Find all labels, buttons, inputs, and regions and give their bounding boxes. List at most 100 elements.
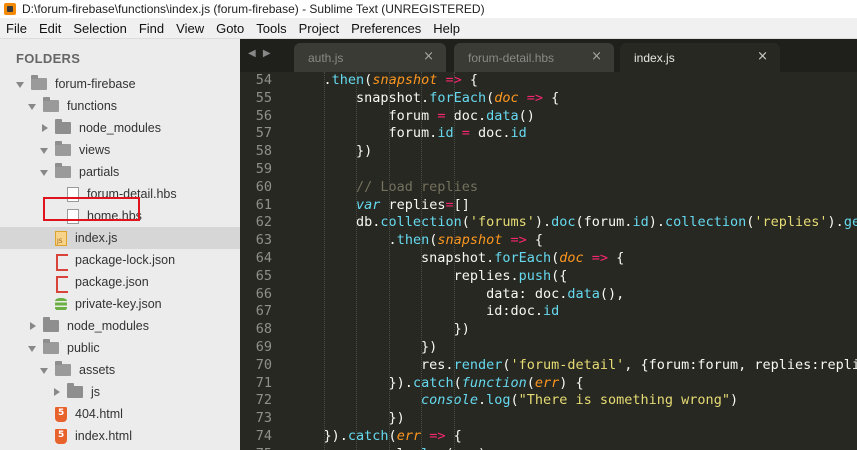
menu-goto[interactable]: Goto: [210, 21, 250, 36]
chevron-down-icon[interactable]: [40, 168, 49, 177]
code-line: 66 data: doc.data(),: [240, 286, 857, 304]
code-token: }).: [323, 427, 348, 444]
tree-file-forum-detail-hbs[interactable]: forum-detail.hbs: [0, 183, 240, 205]
tree-folder-functions[interactable]: functions: [0, 95, 240, 117]
close-icon[interactable]: ×: [757, 49, 768, 64]
tree-file-package-json[interactable]: package.json: [0, 271, 240, 293]
code-token: data: [486, 107, 519, 124]
menu-selection[interactable]: Selection: [67, 21, 132, 36]
code-token: log: [421, 446, 445, 450]
line-number: 55: [255, 89, 272, 106]
file-icon: [67, 208, 79, 224]
tree-folder-forum-firebase[interactable]: forum-firebase: [0, 73, 240, 95]
tab-index-js[interactable]: index.js ×: [620, 43, 780, 72]
tree-folder-assets[interactable]: assets: [0, 359, 240, 381]
line-number: 60: [255, 178, 272, 195]
tree-item-label: package.json: [75, 275, 149, 289]
code-line: 59: [240, 161, 857, 179]
folder-open-icon: [43, 339, 59, 354]
code-token: (: [388, 427, 397, 444]
tree-folder-js[interactable]: js: [0, 381, 240, 403]
code-line: 69 }): [240, 339, 857, 357]
json-file-icon: [55, 253, 68, 271]
menu-tools[interactable]: Tools: [250, 21, 292, 36]
menu-file[interactable]: File: [0, 21, 33, 36]
code-token: }): [453, 321, 470, 338]
menu-edit[interactable]: Edit: [33, 21, 67, 36]
chevron-down-icon[interactable]: [40, 366, 49, 375]
code-token: catch: [412, 374, 454, 391]
line-number: 61: [255, 196, 272, 213]
code-line: 55 snapshot.forEach(doc => {: [240, 90, 857, 108]
tree-file-package-lock-json[interactable]: package-lock.json: [0, 249, 240, 271]
chevron-down-icon[interactable]: [40, 146, 49, 155]
tree-file-index-html[interactable]: index.html: [0, 425, 240, 447]
tree-folder-public[interactable]: public: [0, 337, 240, 359]
chevron-down-icon[interactable]: [28, 102, 37, 111]
folder-open-icon: [55, 163, 71, 178]
chevron-down-icon[interactable]: [16, 80, 25, 89]
indent-guide: [421, 72, 423, 450]
menu-find[interactable]: Find: [133, 21, 170, 36]
folder-icon: [67, 383, 83, 398]
code-token: snapshot.: [421, 249, 495, 266]
menu-view[interactable]: View: [170, 21, 210, 36]
tree-file-404-html[interactable]: 404.html: [0, 403, 240, 425]
code-line: 70 res.render('forum-detail', {forum:for…: [240, 357, 857, 375]
line-number: 65: [255, 267, 272, 284]
code-token: ).: [827, 214, 844, 231]
tab-label: forum-detail.hbs: [468, 50, 555, 65]
tab-auth-js[interactable]: auth.js ×: [294, 43, 446, 72]
code-text: }): [272, 143, 372, 161]
tree-folder-views[interactable]: views: [0, 139, 240, 161]
sidebar: FOLDERS forum-firebase functions node_modu…: [0, 39, 240, 450]
code-token: var: [356, 196, 381, 213]
close-icon[interactable]: ×: [423, 49, 434, 64]
code-token: id: [437, 125, 454, 142]
tree-file-private-key-json[interactable]: private-key.json: [0, 293, 240, 315]
code-token: =>: [429, 427, 446, 444]
code-token: }).: [388, 374, 413, 391]
chevron-right-icon[interactable]: [52, 387, 61, 397]
code-token: .: [477, 392, 487, 409]
menu-help[interactable]: Help: [427, 21, 466, 36]
code-token: doc.: [445, 107, 487, 124]
code-line: 68 }): [240, 321, 857, 339]
code-token: snapshot: [437, 232, 503, 249]
code-token: forEach: [494, 249, 552, 266]
chevron-right-icon[interactable]: [40, 123, 49, 133]
code-text: .then(snapshot => {: [272, 232, 544, 250]
tab-forum-detail-hbs[interactable]: forum-detail.hbs ×: [454, 43, 614, 72]
code-text: snapshot.forEach(doc => {: [272, 250, 624, 268]
close-icon[interactable]: ×: [591, 49, 602, 64]
code-token: {: [526, 232, 544, 249]
tree-item-label: home.hbs: [87, 209, 142, 223]
chevron-right-icon[interactable]: [28, 321, 37, 331]
tree-folder-node-modules[interactable]: node_modules: [0, 315, 240, 337]
code-token: (): [518, 107, 535, 124]
code-token: 'replies': [754, 214, 828, 231]
code-token: =: [461, 125, 470, 142]
tab-scroll-arrows-icon[interactable]: ◀ ▶: [248, 48, 273, 59]
tree-folder-node-modules[interactable]: node_modules: [0, 117, 240, 139]
code-token: }): [356, 143, 373, 160]
code-view[interactable]: 54 .then(snapshot => {55 snapshot.forEac…: [240, 72, 857, 450]
code-token: doc.: [469, 125, 511, 142]
code-token: then: [331, 72, 365, 88]
code-line: 61 var replies=[]: [240, 197, 857, 215]
code-line: 58 }): [240, 143, 857, 161]
menu-preferences[interactable]: Preferences: [345, 21, 427, 36]
tree-folder-partials[interactable]: partials: [0, 161, 240, 183]
tree-file-index-js[interactable]: index.js: [0, 227, 240, 249]
code-token: (: [510, 392, 519, 409]
code-text: var replies=[]: [272, 197, 470, 215]
menu-project[interactable]: Project: [293, 21, 345, 36]
code-line: 64 snapshot.forEach(doc => {: [240, 250, 857, 268]
chevron-down-icon[interactable]: [28, 344, 37, 353]
code-token: }): [388, 410, 405, 427]
tree-file-home-hbs[interactable]: home.hbs: [0, 205, 240, 227]
tree-item-label: index.html: [75, 429, 132, 443]
code-token: render: [453, 356, 503, 373]
html5-file-icon: [55, 406, 67, 422]
